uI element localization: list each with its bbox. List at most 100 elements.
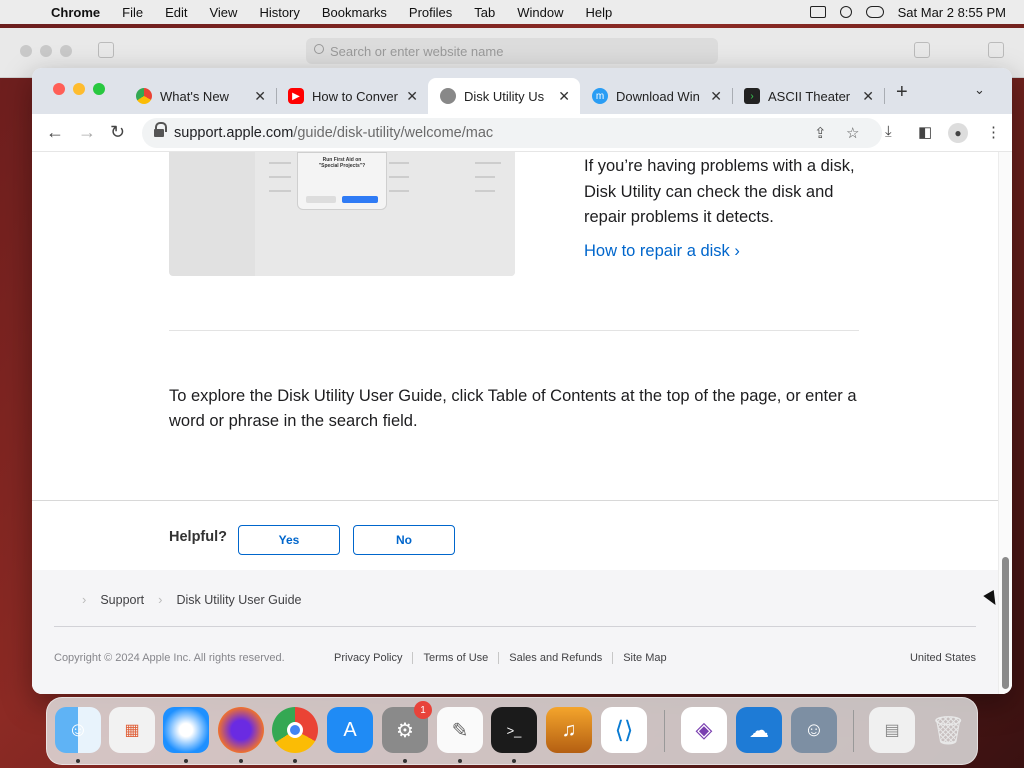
icloud-icon[interactable]: ☁ <box>736 707 782 753</box>
garageband-icon[interactable]: ♫ <box>546 707 592 753</box>
reload-icon[interactable]: ↻ <box>110 122 125 143</box>
close-tab-icon[interactable]: ✕ <box>406 88 418 105</box>
section-divider <box>169 330 859 331</box>
close-tab-icon[interactable]: ✕ <box>558 88 570 105</box>
side-panel-icon[interactable]: ◧ <box>918 123 932 141</box>
chrome-icon <box>136 88 152 104</box>
menu-clock[interactable]: Sat Mar 2 8:55 PM <box>898 5 1006 20</box>
trash-icon[interactable]: 🗑 <box>925 707 971 753</box>
close-window-button[interactable] <box>53 83 65 95</box>
breadcrumb: › Support › Disk Utility User Guide <box>54 592 302 607</box>
menu-file[interactable]: File <box>111 5 154 20</box>
privacy-policy-link[interactable]: Privacy Policy <box>334 652 414 664</box>
helpful-label: Helpful? <box>169 529 227 545</box>
menu-app-name[interactable]: Chrome <box>40 5 111 20</box>
feedback-divider <box>32 500 998 501</box>
chevron-right-icon: › <box>82 592 87 607</box>
tab-whats-new[interactable]: What's New ✕ <box>124 78 277 114</box>
close-tab-icon[interactable]: ✕ <box>862 88 874 105</box>
address-bar[interactable]: support.apple.com/guide/disk-utility/wel… <box>142 118 882 148</box>
visual-studio-icon[interactable]: ◈ <box>681 707 727 753</box>
screen-mirroring-icon[interactable] <box>809 6 826 18</box>
menu-profiles[interactable]: Profiles <box>398 5 463 20</box>
tab-how-to-convert[interactable]: ▶ How to Conver ✕ <box>276 78 428 114</box>
profile-avatar-icon[interactable]: ● <box>948 123 968 143</box>
tab-title: What's New <box>160 88 229 104</box>
bookmark-star-icon[interactable]: ☆ <box>846 124 859 142</box>
close-tab-icon[interactable]: ✕ <box>254 88 266 105</box>
launchpad-icon[interactable]: ▦ <box>109 707 155 753</box>
site-map-link[interactable]: Site Map <box>613 652 676 664</box>
helpful-yes-button[interactable]: Yes <box>238 525 340 555</box>
spotlight-search-icon[interactable] <box>839 6 852 18</box>
migration-assistant-icon[interactable]: ☺ <box>791 707 837 753</box>
menu-history[interactable]: History <box>248 5 310 20</box>
terms-of-use-link[interactable]: Terms of Use <box>413 652 500 664</box>
preview-icon[interactable]: ▤ <box>869 707 915 753</box>
firefox-icon[interactable] <box>218 707 264 753</box>
scrollbar-thumb[interactable] <box>1002 557 1009 689</box>
menu-window[interactable]: Window <box>506 5 574 20</box>
tab-search-chevron-icon[interactable]: ⌄ <box>974 82 985 98</box>
page-content: Run First Aid on "Special Projects"? If … <box>32 152 1012 694</box>
menu-edit[interactable]: Edit <box>154 5 198 20</box>
close-tab-icon[interactable]: ✕ <box>710 88 722 105</box>
url-domain: support.apple.com <box>174 125 294 141</box>
back-arrow-icon[interactable]: ← <box>46 122 64 143</box>
mu-icon: m <box>592 88 608 104</box>
menu-help[interactable]: Help <box>575 5 624 20</box>
minimize-window-button[interactable] <box>73 83 85 95</box>
share-icon[interactable]: ⇪ <box>814 124 827 142</box>
dock: ☺ ▦ ✦ A ⚙ 1 ✎ >_ ♫ ⟨⟩ ◈ ☁ ☺ ▤ 🗑 <box>46 697 978 765</box>
new-tab-button[interactable]: + <box>896 81 908 104</box>
chrome-window: What's New ✕ ▶ How to Conver ✕ Disk Util… <box>32 68 1012 694</box>
copyright-text: Copyright © 2024 Apple Inc. All rights r… <box>54 652 285 664</box>
tab-disk-utility[interactable]: Disk Utility Us ✕ <box>428 78 580 114</box>
breadcrumb-support[interactable]: Support <box>100 593 144 607</box>
helpful-no-button[interactable]: No <box>353 525 455 555</box>
lock-icon[interactable] <box>154 122 167 138</box>
apple-icon <box>440 88 456 104</box>
menu-tab[interactable]: Tab <box>463 5 506 20</box>
zoom-window-button[interactable] <box>93 83 105 95</box>
chrome-icon[interactable] <box>272 707 318 753</box>
safari-traffic-lights <box>20 45 72 57</box>
chevron-right-icon: › <box>158 592 163 607</box>
share-icon[interactable] <box>914 42 930 58</box>
system-preferences-icon[interactable]: ⚙ 1 <box>382 701 432 753</box>
download-icon[interactable]: ⤓ <box>885 123 892 140</box>
country-selector-link[interactable]: United States <box>910 652 976 664</box>
menu-bookmarks[interactable]: Bookmarks <box>311 5 398 20</box>
safari-address-field[interactable]: Search or enter website name <box>306 38 718 64</box>
tab-title: Disk Utility Us <box>464 88 545 104</box>
youtube-icon: ▶ <box>288 88 304 104</box>
textedit-icon[interactable]: ✎ <box>437 707 483 753</box>
tab-overview-icon[interactable] <box>988 42 1004 58</box>
traffic-lights <box>53 83 105 95</box>
menu-view[interactable]: View <box>198 5 248 20</box>
finder-icon[interactable]: ☺ <box>55 707 101 753</box>
tab-ascii-theater[interactable]: › ASCII Theater ✕ <box>732 78 885 114</box>
terminal-icon[interactable]: >_ <box>491 707 537 753</box>
forward-arrow-icon[interactable]: → <box>78 122 96 143</box>
safari-icon[interactable]: ✦ <box>163 707 209 753</box>
sales-refunds-link[interactable]: Sales and Refunds <box>499 652 614 664</box>
search-icon <box>314 44 324 54</box>
tab-strip: What's New ✕ ▶ How to Conver ✕ Disk Util… <box>32 68 1012 114</box>
tab-download-win[interactable]: m Download Win ✕ <box>580 78 733 114</box>
url-path: /guide/disk-utility/welcome/mac <box>293 125 494 141</box>
page-footer: › Support › Disk Utility User Guide Copy… <box>32 570 998 694</box>
more-menu-icon[interactable]: ⋮ <box>986 123 1001 141</box>
breadcrumb-guide[interactable]: Disk Utility User Guide <box>176 593 301 607</box>
sidebar-toggle-icon[interactable] <box>98 42 114 58</box>
first-aid-description: If you’re having problems with a disk, D… <box>584 157 855 226</box>
vertical-scrollbar[interactable] <box>998 152 1012 694</box>
vscode-icon[interactable]: ⟨⟩ <box>601 707 647 753</box>
menu-bar: Chrome File Edit View History Bookmarks … <box>0 0 1024 24</box>
tab-title: ASCII Theater <box>768 88 851 104</box>
app-store-icon[interactable]: A <box>327 707 373 753</box>
repair-disk-link[interactable]: How to repair a disk › <box>584 242 740 261</box>
control-center-icon[interactable] <box>865 6 884 18</box>
safari-address-placeholder: Search or enter website name <box>330 43 504 59</box>
disk-utility-screenshot-image: Run First Aid on "Special Projects"? <box>169 152 515 276</box>
